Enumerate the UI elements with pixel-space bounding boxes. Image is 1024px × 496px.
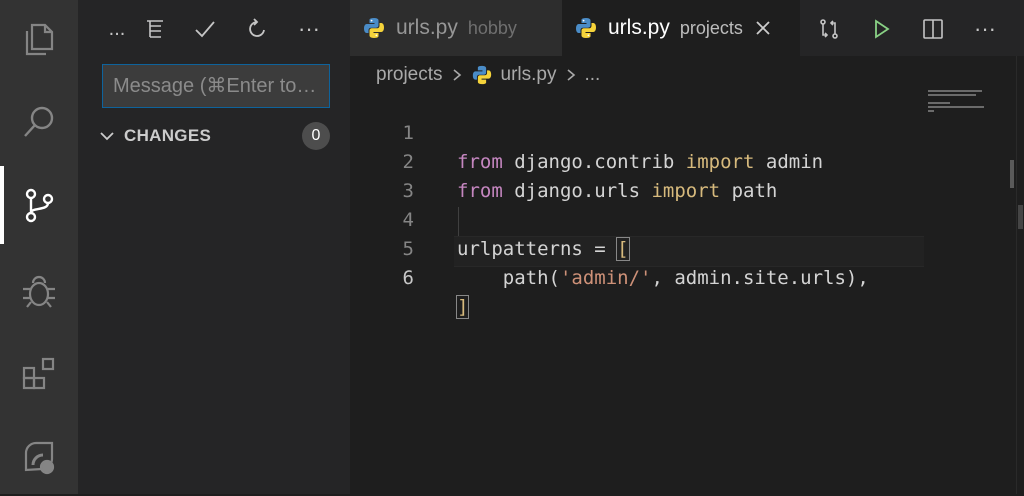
compare-changes-icon: [820, 19, 838, 39]
search-button[interactable]: [0, 83, 78, 161]
code-line: 4 urlpatterns = [: [350, 177, 925, 261]
tab-urls-projects[interactable]: urls.py projects: [562, 0, 800, 56]
python-icon: [364, 18, 384, 38]
open-changes-button[interactable]: [812, 12, 846, 46]
list-tree-icon: [147, 20, 163, 38]
breadcrumb: projects urls.py ...: [376, 60, 600, 90]
code-line: 3: [350, 148, 925, 202]
active-indicator: [0, 166, 4, 244]
remote-explorer-icon: [24, 441, 55, 475]
check-icon: [195, 21, 215, 38]
chevron-down-icon: [100, 132, 114, 141]
source-control-icon: [25, 188, 54, 223]
explorer-button[interactable]: [0, 0, 78, 78]
refresh-button[interactable]: [240, 12, 274, 46]
more-actions-button[interactable]: ···: [292, 12, 326, 46]
source-control-button[interactable]: [0, 166, 78, 244]
bug-icon: [23, 275, 55, 308]
tab-description: projects: [679, 17, 743, 38]
search-icon: [24, 106, 54, 137]
python-icon: [576, 18, 596, 38]
minimap-line: [928, 110, 934, 112]
chevron-right-icon: [453, 69, 461, 81]
code-line: 2 from django.urls import path: [350, 119, 925, 202]
chevron-right-icon: [566, 69, 575, 81]
split-editor-icon: [923, 19, 943, 39]
vertical-scrollbar[interactable]: [1016, 56, 1024, 494]
minimap[interactable]: [928, 90, 1004, 120]
code-line: 1 from django.contrib import admin: [350, 90, 925, 173]
extensions-button[interactable]: [0, 335, 78, 413]
sidebar-toolbar: ... ···: [78, 0, 350, 56]
minimap-line: [928, 102, 950, 104]
remote-explorer-button[interactable]: [0, 418, 78, 496]
activity-bar: [0, 0, 78, 494]
scrollbar-thumb[interactable]: [1018, 205, 1023, 229]
matching-bracket: ]: [455, 295, 470, 319]
debug-button[interactable]: [0, 252, 78, 330]
tab-urls-hobby[interactable]: urls.py hobby: [350, 0, 562, 56]
more-actions-left-button[interactable]: ...: [100, 12, 134, 46]
code-text: path('admin/', admin.site.urls),: [457, 264, 869, 293]
code-text: ]: [455, 293, 470, 322]
changes-count-badge: 0: [302, 122, 330, 150]
changes-section-header[interactable]: CHANGES 0: [98, 120, 330, 152]
play-icon: [875, 19, 890, 39]
tab-filename: urls.py: [396, 16, 458, 39]
run-python-button[interactable]: [864, 12, 898, 46]
line-number: 6: [402, 267, 414, 289]
close-icon[interactable]: [753, 18, 773, 38]
changes-label: CHANGES: [124, 126, 212, 145]
refresh-icon: [249, 18, 265, 37]
code-line: 5 path('admin/', admin.site.urls),: [350, 206, 925, 289]
editor-tab-bar: urls.py hobby urls.py projects ···: [350, 0, 1024, 56]
call-open: path(: [457, 267, 560, 289]
minimap-line: [928, 106, 984, 108]
breadcrumb-file[interactable]: urls.py: [501, 64, 557, 86]
string-literal: 'admin/': [559, 267, 652, 289]
call-rest: , admin.site.urls),: [651, 267, 869, 289]
minimap-line: [928, 94, 976, 96]
code-line: 6 ]: [350, 235, 925, 319]
split-editor-button[interactable]: [916, 12, 950, 46]
breadcrumb-folder[interactable]: projects: [376, 64, 443, 86]
source-control-sidebar: ... ··· Message (⌘Enter to commit) CHANG…: [78, 0, 350, 494]
files-icon: [25, 23, 54, 56]
commit-button[interactable]: [188, 12, 222, 46]
python-icon: [472, 65, 491, 85]
breadcrumb-more[interactable]: ...: [585, 64, 601, 86]
tab-description: hobby: [467, 17, 517, 38]
view-as-tree-button[interactable]: [138, 12, 172, 46]
minimap-slider[interactable]: [1010, 160, 1014, 188]
commit-message-input[interactable]: Message (⌘Enter to commit): [102, 64, 330, 108]
editor-more-actions-button[interactable]: ···: [968, 12, 1002, 46]
extensions-icon: [22, 357, 55, 390]
tab-filename: urls.py: [608, 16, 670, 39]
minimap-line: [928, 90, 982, 92]
